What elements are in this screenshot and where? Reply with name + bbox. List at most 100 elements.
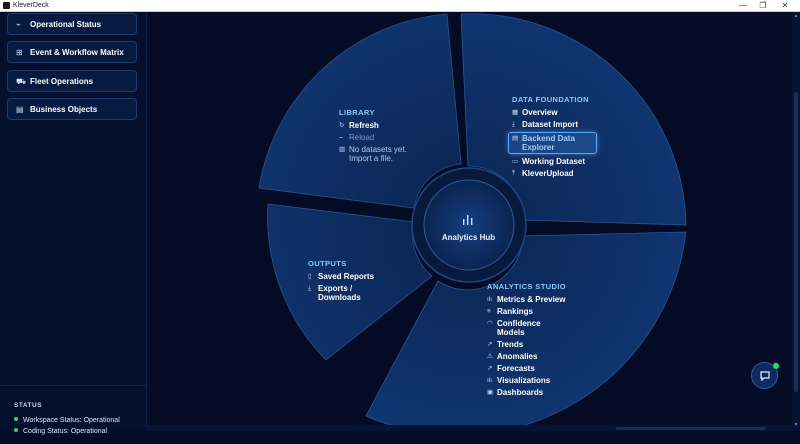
- chart-icon: ılı: [487, 377, 493, 384]
- outputs-exports-downloads[interactable]: ⤓ Exports / Downloads: [308, 284, 374, 302]
- scroll-up-icon[interactable]: ▲: [793, 13, 799, 19]
- analytics-studio-group: ANALYTICS STUDIO ılı Metrics & Preview ≡ R…: [487, 282, 566, 397]
- df-dataset-import-label: Dataset Import: [522, 120, 579, 129]
- overview-icon: ▦: [512, 109, 519, 116]
- library-group: LIBRARY ↻ Refresh ⌣ Reload ▥ No datasets ye…: [339, 108, 407, 163]
- df-backend-label: Backend Data Explorer: [522, 134, 575, 152]
- status-panel: STATUS Workspace Status: Operational Cod…: [0, 385, 146, 444]
- as-metrics-label: Metrics & Preview: [497, 295, 566, 304]
- df-backend-line1: Backend Data: [522, 134, 575, 143]
- sidebar-item-event-workflow-matrix[interactable]: ⊞ Event & Workflow Matrix: [7, 41, 137, 63]
- df-backend-data-explorer[interactable]: ▤ Backend Data Explorer: [508, 132, 597, 154]
- library-empty-line1: No datasets yet.: [349, 145, 407, 154]
- outputs-exports-line2: Downloads: [318, 293, 361, 302]
- library-reload-label: Reload: [349, 133, 375, 142]
- status-ok-icon: [14, 428, 18, 433]
- h-scrollbar-thumb[interactable]: [616, 427, 766, 430]
- outputs-exports-label: Exports / Downloads: [318, 284, 361, 302]
- outputs-title: OUTPUTS: [308, 259, 347, 268]
- library-reload[interactable]: ⌣ Reload: [339, 133, 407, 142]
- library-empty-line2: Import a file.: [349, 154, 394, 163]
- library-title: LIBRARY: [339, 108, 375, 117]
- as-forecasts[interactable]: ↗ Forecasts: [487, 364, 566, 373]
- as-visualizations-label: Visualizations: [497, 376, 551, 385]
- refresh-icon: ↻: [339, 122, 345, 129]
- library-empty-text: No datasets yet. Import a file.: [349, 145, 407, 163]
- as-forecasts-label: Forecasts: [497, 364, 535, 373]
- metrics-icon: ılı: [487, 296, 493, 303]
- sidebar-item-label: Fleet Operations: [30, 77, 94, 86]
- horizontal-scrollbar[interactable]: [146, 425, 792, 431]
- workspace-status-text: Workspace Status: Operational: [23, 417, 120, 424]
- as-trends-label: Trends: [497, 340, 524, 349]
- status-title: STATUS: [14, 402, 43, 409]
- df-kleverupload[interactable]: ⤒ KleverUpload: [512, 169, 597, 178]
- file-icon: ▯: [308, 273, 312, 280]
- library-refresh-label: Refresh: [349, 121, 379, 130]
- as-rankings[interactable]: ≡ Rankings: [487, 307, 566, 316]
- reload-icon: ⌣: [339, 134, 344, 141]
- warning-icon: ⚠: [487, 353, 493, 360]
- df-working-dataset-label: Working Dataset: [522, 157, 585, 166]
- activity-icon: ⌁: [16, 20, 21, 29]
- df-dataset-import[interactable]: ⤓ Dataset Import: [512, 120, 597, 129]
- gauge-icon: ◠: [487, 320, 493, 327]
- window-title: KleverDeck: [13, 2, 49, 9]
- as-dashboards[interactable]: ▣ Dashboards: [487, 388, 566, 397]
- forecast-icon: ↗: [487, 365, 493, 372]
- analytics-studio-title: ANALYTICS STUDIO: [487, 282, 567, 291]
- as-confidence-line1: Confidence: [497, 319, 541, 328]
- as-dashboards-label: Dashboards: [497, 388, 544, 397]
- outputs-exports-line1: Exports /: [318, 284, 353, 293]
- scroll-down-icon[interactable]: ▼: [793, 422, 799, 428]
- maximize-button[interactable]: ❐: [753, 0, 773, 11]
- truck-icon: ⛟: [16, 77, 27, 86]
- as-visualizations[interactable]: ılı Visualizations: [487, 376, 566, 385]
- coding-status-text: Coding Status: Operational: [23, 428, 108, 435]
- workspace-status: Workspace Status: Operational: [14, 416, 120, 425]
- app-icon: [3, 2, 10, 9]
- vertical-scrollbar[interactable]: ▲ ▼: [792, 12, 800, 431]
- coding-status: Coding Status: Operational: [14, 427, 107, 436]
- trend-icon: ↗: [487, 341, 493, 348]
- sidebar-item-fleet-operations[interactable]: ⛟ Fleet Operations: [7, 70, 137, 92]
- as-confidence-models[interactable]: ◠ Confidence Models: [487, 319, 566, 337]
- sidebar: ⌁ Operational Status ⊞ Event & Workflow …: [0, 12, 147, 435]
- as-trends[interactable]: ↗ Trends: [487, 340, 566, 349]
- sidebar-item-label: Business Objects: [30, 105, 98, 114]
- library-empty-state: ▥ No datasets yet. Import a file.: [339, 145, 407, 163]
- outputs-saved-reports[interactable]: ▯ Saved Reports: [308, 272, 374, 281]
- df-backend-line2: Explorer: [522, 143, 555, 152]
- as-anomalies[interactable]: ⚠ Anomalies: [487, 352, 566, 361]
- library-refresh[interactable]: ↻ Refresh: [339, 121, 407, 130]
- document-icon: ▤: [16, 105, 24, 114]
- outputs-group: OUTPUTS ▯ Saved Reports ⤓ Exports / Downloa…: [308, 259, 374, 302]
- minimize-button[interactable]: —: [733, 0, 753, 11]
- outputs-saved-reports-label: Saved Reports: [318, 272, 375, 281]
- sidebar-item-operational-status[interactable]: ⌁ Operational Status: [7, 13, 137, 35]
- download-icon: ⤓: [512, 121, 515, 128]
- chat-icon: [760, 371, 770, 382]
- chat-button[interactable]: [751, 362, 780, 389]
- download-icon: ⤓: [308, 285, 311, 292]
- status-ok-icon: [14, 417, 18, 422]
- df-overview[interactable]: ▦ Overview: [512, 108, 597, 117]
- dashboard-icon: ▣: [487, 389, 494, 396]
- sidebar-item-label: Operational Status: [30, 20, 102, 29]
- as-metrics-preview[interactable]: ılı Metrics & Preview: [487, 295, 566, 304]
- hub-label[interactable]: Analytics Hub: [420, 233, 517, 242]
- data-foundation-title: DATA FOUNDATION: [512, 95, 589, 104]
- as-confidence-line2: Models: [497, 328, 525, 337]
- online-badge: [772, 362, 780, 370]
- sidebar-item-business-objects[interactable]: ▤ Business Objects: [7, 98, 137, 120]
- upload-icon: ⤒: [512, 170, 515, 177]
- close-button[interactable]: ✕: [775, 0, 795, 11]
- database-icon: ▥: [339, 146, 346, 153]
- table-icon: ▭: [512, 158, 519, 165]
- sidebar-item-label: Event & Workflow Matrix: [30, 48, 124, 57]
- df-kleverupload-label: KleverUpload: [522, 169, 574, 178]
- df-working-dataset[interactable]: ▭ Working Dataset: [512, 157, 597, 166]
- scrollbar-thumb[interactable]: [794, 92, 798, 392]
- as-anomalies-label: Anomalies: [497, 352, 538, 361]
- data-foundation-group: DATA FOUNDATION ▦ Overview ⤓ Dataset Impor…: [508, 95, 597, 178]
